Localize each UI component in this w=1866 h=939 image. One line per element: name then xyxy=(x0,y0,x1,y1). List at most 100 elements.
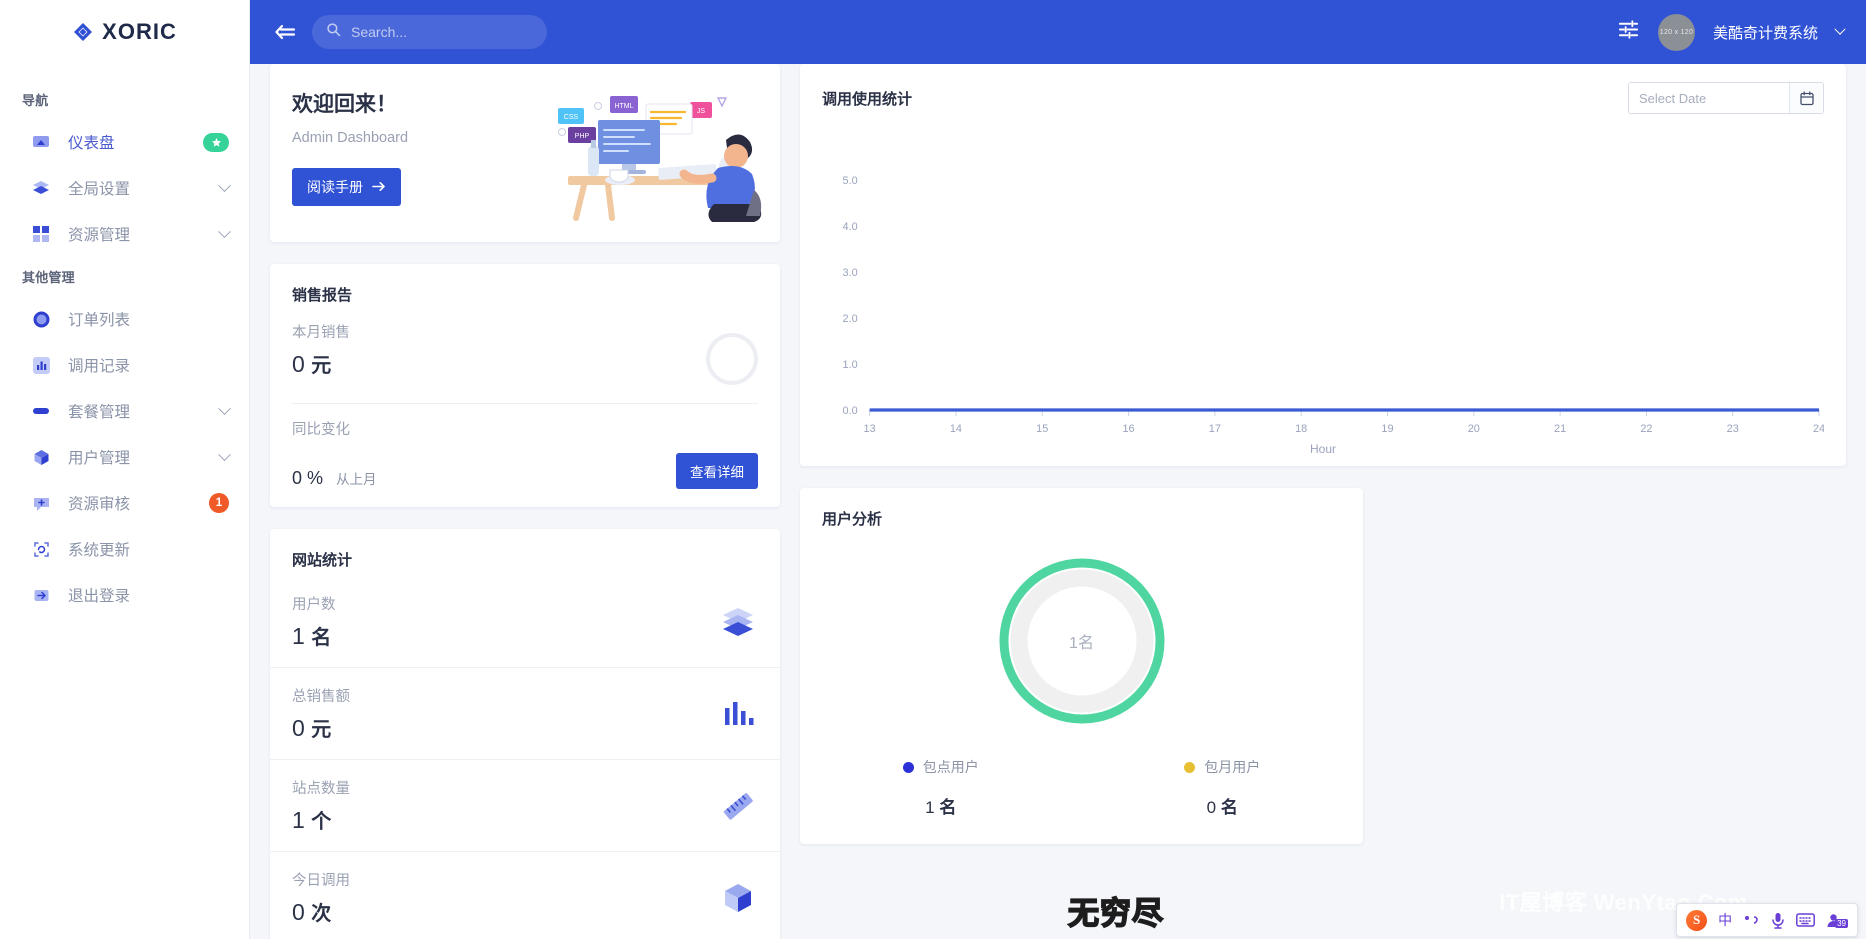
svg-text:14: 14 xyxy=(950,423,962,435)
brand-logo[interactable]: XORIC xyxy=(0,0,249,64)
search-input[interactable] xyxy=(351,24,533,40)
legend-value: 1 xyxy=(925,798,935,817)
right-column: 调用使用统计 Select Date 5.0 4.0 3.0 2.0 1.0 0… xyxy=(800,64,1846,844)
chevron-down-icon[interactable] xyxy=(218,178,231,192)
punctuation-icon[interactable] xyxy=(1743,913,1760,928)
developer-at-desk-illustration: CSS PHP HTML JS xyxy=(550,82,770,230)
sidebar-item-user-management[interactable]: 用户管理 xyxy=(0,434,249,480)
topbar: 120 x 120 美酷奇计费系统 xyxy=(250,0,1866,64)
calendar-icon[interactable] xyxy=(1789,83,1823,113)
legend-value-wrap: 0 名 xyxy=(1207,793,1238,818)
sidebar-item-global-settings[interactable]: 全局设置 xyxy=(0,165,249,211)
svg-text:5.0: 5.0 xyxy=(843,175,858,187)
sliders-icon[interactable] xyxy=(1617,18,1640,46)
chevron-down-icon[interactable] xyxy=(1834,23,1846,35)
ruler-icon xyxy=(718,786,758,826)
sidebar-item-label: 用户管理 xyxy=(68,450,131,467)
legend-label: 包月用户 xyxy=(1204,759,1261,775)
donut-center-label: 1名 xyxy=(1069,635,1094,652)
bar-chart-icon xyxy=(718,694,758,734)
layers-icon xyxy=(30,177,52,199)
keyboard-icon[interactable] xyxy=(1796,913,1816,927)
chat-plus-icon xyxy=(30,492,52,514)
stat-row: 站点数量 1 个 xyxy=(270,760,780,852)
view-detail-button[interactable]: 查看详细 xyxy=(676,453,758,489)
chevron-down-icon[interactable] xyxy=(218,447,231,461)
stat-value-wrap: 0 元 xyxy=(292,713,350,742)
stat-label: 总销售额 xyxy=(292,689,350,705)
topbar-right: 120 x 120 美酷奇计费系统 xyxy=(1617,13,1846,51)
user-analysis-card: 用户分析 1名 包点用户 1 名 包月用户 0 名 xyxy=(800,488,1363,844)
sidebar-item-label: 仪表盘 xyxy=(68,135,115,152)
avatar[interactable]: 120 x 120 xyxy=(1657,13,1695,51)
sogou-logo-icon[interactable]: S xyxy=(1686,909,1708,931)
sidebar: XORIC 导航 仪表盘 全局设置 资源管理 其他管理 订单列表 调用记录 套餐… xyxy=(0,0,250,939)
sales-metric-row: 本月销售 0 元 xyxy=(270,305,780,385)
ime-toolbar[interactable]: S 中 39 xyxy=(1676,903,1858,937)
svg-text:17: 17 xyxy=(1209,423,1221,435)
stat-unit: 个 xyxy=(311,811,332,833)
sales-report-card: 销售报告 本月销售 0 元 同比变化 0 % 从上月 查看详细 xyxy=(270,264,780,507)
refresh-frame-icon xyxy=(30,538,52,560)
ime-mode-toggle[interactable]: 中 xyxy=(1718,910,1732,930)
svg-text:JS: JS xyxy=(697,108,706,115)
chevron-down-icon[interactable] xyxy=(218,224,231,238)
sidebar-section-title-other: 其他管理 xyxy=(22,270,75,285)
sidebar-item-call-records[interactable]: 调用记录 xyxy=(0,342,249,388)
sidebar-item-system-update[interactable]: 系统更新 xyxy=(0,526,249,572)
usage-header: 调用使用统计 xyxy=(800,64,1846,114)
svg-text:15: 15 xyxy=(1036,423,1048,435)
legend-dot xyxy=(1184,761,1196,773)
sidebar-item-package-management[interactable]: 套餐管理 xyxy=(0,388,249,434)
legend-dot xyxy=(902,761,914,773)
usage-chart-svg: 5.0 4.0 3.0 2.0 1.0 0.0 13 14 15 16 17 1… xyxy=(843,175,1826,435)
sidebar-item-logout[interactable]: 退出登录 xyxy=(0,572,249,618)
stat-value-wrap: 1 名 xyxy=(292,621,336,650)
favorite-star-badge[interactable] xyxy=(203,132,229,152)
svg-text:0.0: 0.0 xyxy=(843,405,858,417)
svg-text:16: 16 xyxy=(1122,423,1134,435)
sales-change-label: 同比变化 xyxy=(292,422,350,438)
svg-text:CSS: CSS xyxy=(564,114,579,121)
sidebar-item-label: 调用记录 xyxy=(68,358,131,375)
legend-item: 包月用户 0 名 xyxy=(1082,757,1364,818)
svg-text:23: 23 xyxy=(1727,423,1739,435)
usage-title: 调用使用统计 xyxy=(822,90,913,108)
svg-text:20: 20 xyxy=(1468,423,1480,435)
donut-legend: 包点用户 1 名 包月用户 0 名 xyxy=(800,727,1363,844)
main-area: 120 x 120 美酷奇计费系统 欢迎回来！ Admin Dashboard … xyxy=(250,0,1866,939)
svg-text:19: 19 xyxy=(1381,423,1393,435)
microphone-icon[interactable] xyxy=(1771,912,1785,929)
sidebar-item-resource-management[interactable]: 资源管理 xyxy=(0,211,249,257)
welcome-card: 欢迎回来！ Admin Dashboard 阅读手册 CSS PHP HTML … xyxy=(270,64,780,242)
sales-metric-value-wrap: 0 元 xyxy=(292,349,350,378)
stat-label: 用户数 xyxy=(292,597,336,613)
sidebar-item-resource-audit[interactable]: 资源审核 1 xyxy=(0,480,249,526)
date-picker[interactable] xyxy=(1628,82,1824,114)
chart-x-axis-label: Hour xyxy=(1309,442,1336,456)
stat-label: 今日调用 xyxy=(292,873,350,889)
sidebar-item-dashboard[interactable]: 仪表盘 xyxy=(0,119,249,165)
chevron-down-icon[interactable] xyxy=(218,401,231,415)
date-input[interactable] xyxy=(1629,83,1789,113)
sidebar-item-order-list[interactable]: 订单列表 xyxy=(0,296,249,342)
legend-value-wrap: 1 名 xyxy=(925,793,956,818)
user-skin-icon[interactable]: 39 xyxy=(1826,912,1848,928)
grid-icon xyxy=(30,223,52,245)
collapse-left-icon[interactable] xyxy=(268,15,302,49)
circle-icon xyxy=(30,308,52,330)
legend-label: 包点用户 xyxy=(922,759,979,775)
sales-change-value: 0 xyxy=(292,468,303,488)
layers-stack-icon xyxy=(718,602,758,642)
website-stats-card: 网站统计 用户数 1 名 总销售额 0 元 站点数量 1 个 今日调用 0 次 xyxy=(270,529,780,939)
svg-text:3.0: 3.0 xyxy=(843,267,858,279)
user-name[interactable]: 美酷奇计费系统 xyxy=(1713,22,1818,43)
sales-change-suffix: 从上月 xyxy=(336,472,377,487)
read-manual-button[interactable]: 阅读手册 xyxy=(292,168,401,206)
website-stats-title: 网站统计 xyxy=(292,552,353,569)
stat-label: 站点数量 xyxy=(292,781,350,797)
cube-icon xyxy=(30,446,52,468)
user-analysis-title: 用户分析 xyxy=(822,511,883,528)
search-box[interactable] xyxy=(312,15,547,49)
dashboard-icon xyxy=(30,131,52,153)
